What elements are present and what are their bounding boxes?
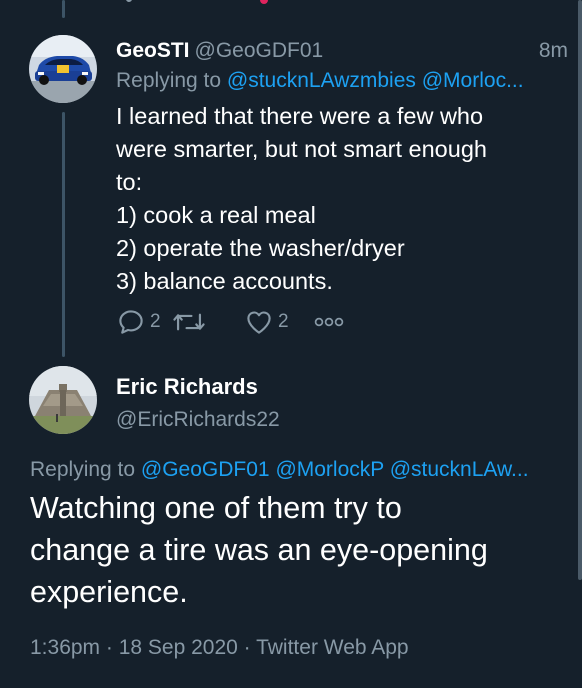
thread-connector [62, 112, 65, 357]
reply-button[interactable]: 2 [116, 307, 161, 337]
previous-tweet-actions-cut [110, 0, 410, 6]
replying-to: Replying to @GeoGDF01 @MorlockP @stucknL… [30, 455, 560, 485]
avatar[interactable] [29, 35, 97, 103]
tweet-text-line: change a tire was an eye-opening [30, 533, 488, 567]
avatar[interactable] [29, 366, 97, 434]
pyramid-avatar-icon [29, 366, 97, 434]
tweet-text-line: I learned that there were a few who [116, 103, 484, 129]
author-name[interactable]: GeoSTI [116, 39, 190, 62]
more-options-icon [314, 317, 344, 327]
replying-to: Replying to @stucknLAwzmbies @Morloc... [116, 66, 556, 96]
heart-icon [247, 311, 271, 334]
tweet-header: GeoSTI @GeoGDF01 [116, 36, 556, 66]
tweet-text-line: 3) balance accounts. [116, 268, 333, 294]
replying-to-label: Replying to [116, 69, 227, 92]
retweet-button[interactable] [172, 307, 210, 337]
tweet-actions: 2 2 [116, 307, 376, 339]
rally-car-avatar-icon [29, 35, 97, 103]
tweet-parent[interactable]: GeoSTI @GeoGDF01 8m Replying to @stucknLA… [116, 36, 568, 298]
author-handle[interactable]: @EricRichards22 [116, 405, 280, 435]
like-button[interactable]: 2 [244, 307, 289, 337]
reply-icon [119, 310, 143, 334]
tweet-timestamp[interactable]: 1:36pm · 18 Sep 2020 · Twitter Web App [30, 633, 409, 663]
tweet-text-line: to: [116, 169, 143, 195]
reply-count: 2 [150, 311, 161, 332]
author-name[interactable]: Eric Richards [116, 372, 258, 402]
tweet-text-line: experience. [30, 575, 188, 609]
tweet-text-line: 2) operate the washer/dryer [116, 235, 405, 261]
scrollbar[interactable] [578, 0, 582, 580]
author-handle[interactable]: @GeoGDF01 [195, 39, 324, 62]
tweet-text-line: Watching one of them try to [30, 491, 402, 525]
replying-to-label: Replying to [30, 458, 141, 481]
tweet-text-line: were smarter, but not smart enough [116, 136, 487, 162]
more-options-button[interactable] [314, 311, 344, 333]
replying-to-mentions[interactable]: @GeoGDF01 @MorlockP @stucknLAw... [141, 458, 529, 481]
like-count: 2 [278, 311, 289, 332]
tweet-time[interactable]: 8m [539, 36, 568, 66]
tweet-text-line: 1) cook a real meal [116, 202, 316, 228]
thread-connector-top [62, 0, 65, 18]
retweet-icon [173, 313, 205, 331]
tweet-text: Watching one of them try to change a tir… [30, 487, 560, 613]
replying-to-mentions[interactable]: @stucknLAwzmbies @Morloc... [227, 69, 524, 92]
tweet-text: I learned that there were a few who were… [116, 100, 556, 298]
